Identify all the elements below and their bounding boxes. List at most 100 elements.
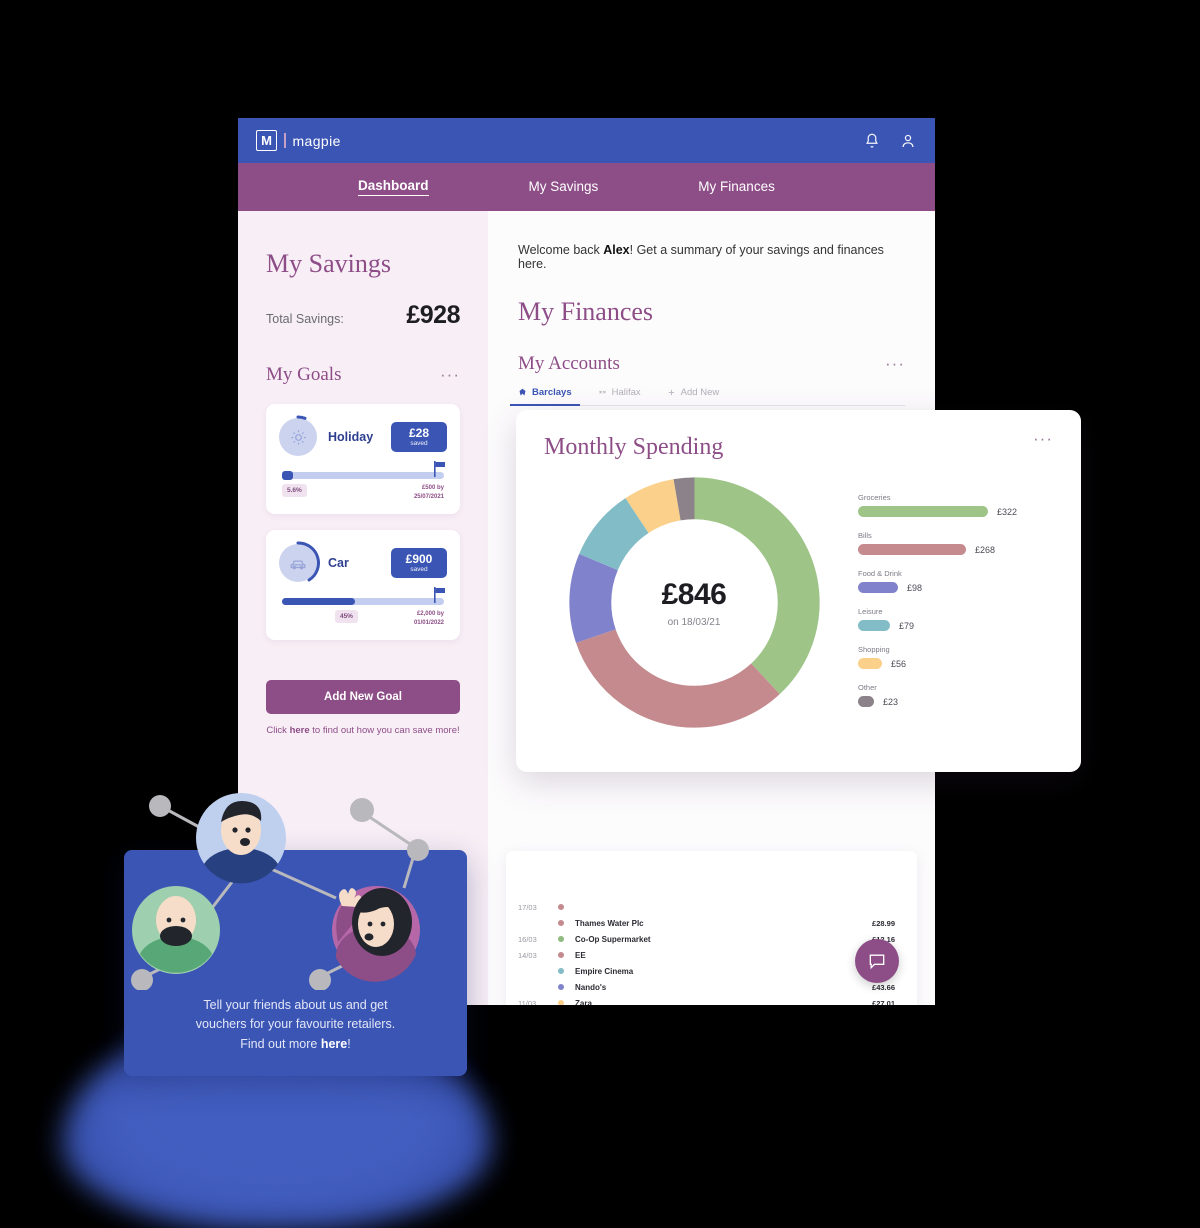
transactions-list: 17/03 Thames Water Plc £28.99 16/03 Co-O…: [506, 899, 917, 1005]
goal-progress-fill: [282, 598, 355, 605]
total-savings-label: Total Savings:: [266, 312, 344, 326]
legend-bar: [858, 658, 882, 669]
add-new-goal-button[interactable]: Add New Goal: [266, 680, 460, 714]
legend-item-leisure[interactable]: Leisure £79: [858, 607, 1053, 631]
goal-footer: 45% £2,000 by 01/01/2022: [279, 610, 447, 628]
transaction-category-dot: [558, 952, 564, 958]
avatar-top: [196, 793, 286, 884]
transaction-amount: £43.66: [872, 982, 895, 992]
table-row[interactable]: 14/03 EE £53.90: [518, 947, 895, 963]
goal-name: Car: [328, 556, 349, 570]
transaction-category-dot: [558, 904, 564, 910]
chat-button[interactable]: [855, 939, 899, 983]
legend-value: £79: [899, 620, 915, 631]
my-accounts-menu-icon[interactable]: ···: [885, 355, 905, 372]
my-goals-title: My Goals: [266, 364, 342, 385]
referral-line-1: Tell your friends about us and get: [203, 997, 388, 1012]
goal-target-amount: £2,000 by: [416, 611, 444, 617]
transaction-name: Zara: [575, 998, 592, 1006]
legend-item-shopping[interactable]: Shopping £56: [858, 645, 1053, 669]
legend-bar: [858, 620, 890, 631]
nav-item-my-finances[interactable]: My Finances: [698, 179, 775, 196]
legend-bar: [858, 544, 966, 555]
account-tab-add-new[interactable]: Add New: [667, 387, 719, 398]
legend-value: £56: [891, 658, 907, 669]
transaction-amount: £28.99: [872, 918, 895, 928]
legend-item-groceries[interactable]: Groceries £322: [858, 493, 1053, 517]
welcome-prefix: Welcome back: [518, 243, 604, 257]
chat-bubble-icon: [869, 954, 885, 970]
account-tab-halifax[interactable]: Halifax: [598, 387, 641, 398]
legend-label: Groceries: [858, 493, 891, 502]
table-row[interactable]: Empire Cinema £35.00: [518, 963, 895, 979]
referral-line-2: vouchers for your favourite retailers.: [195, 1017, 396, 1032]
referral-card: Tell your friends about us and get vouch…: [124, 793, 467, 1076]
nav-item-dashboard[interactable]: Dashboard: [358, 178, 429, 196]
goal-card-holiday[interactable]: Holiday £28 saved 5.6% £500 by 25/07/202…: [266, 404, 460, 514]
bell-icon[interactable]: [863, 132, 881, 150]
goal-saved-label: saved: [410, 440, 428, 448]
transaction-name: EE: [575, 950, 586, 960]
brand-logo[interactable]: M magpie: [256, 130, 341, 151]
legend-value: £23: [883, 696, 899, 707]
table-row[interactable]: 16/03 Co-Op Supermarket £12.16: [518, 931, 895, 947]
legend-value: £322: [997, 506, 1018, 517]
goal-percent-badge: 45%: [334, 610, 358, 623]
progress-arc: [296, 415, 307, 420]
transaction-name: Empire Cinema: [575, 966, 634, 976]
my-accounts-header: My Accounts ···: [518, 353, 905, 375]
legend-item-food-and-drink[interactable]: Food & Drink £98: [858, 569, 1053, 593]
legend-item-bills[interactable]: Bills £268: [858, 531, 1053, 555]
transaction-category-dot: [558, 920, 564, 926]
table-row[interactable]: 17/03: [518, 899, 895, 915]
goal-saved-badge: £28 saved: [391, 421, 447, 453]
magpie-mark-icon: M: [256, 130, 277, 151]
avatar-right: [332, 886, 420, 982]
page-title: My Finances: [518, 297, 654, 326]
transaction-category-dot: [558, 968, 564, 974]
progress-arc: [296, 541, 320, 582]
goal-progress-track[interactable]: [282, 587, 445, 605]
main-nav: Dashboard My Savings My Finances: [238, 163, 935, 211]
transaction-name: Nando's: [575, 982, 607, 992]
barclays-eagle-icon: [519, 388, 526, 396]
goal-progress-track[interactable]: [282, 461, 445, 480]
legend-label: Other: [858, 683, 877, 692]
goal-header: Car £900 saved: [279, 541, 447, 582]
monthly-spending-menu-icon[interactable]: ···: [1033, 430, 1053, 447]
monthly-spending-title: Monthly Spending: [544, 434, 724, 460]
transaction-name: Thames Water Plc: [575, 918, 644, 928]
goal-saved-badge: £900 saved: [391, 547, 447, 579]
legend-label: Leisure: [858, 607, 883, 616]
legend-label: Shopping: [858, 645, 890, 654]
goal-saved-label: saved: [410, 566, 428, 574]
nav-item-my-savings[interactable]: My Savings: [529, 179, 599, 196]
monthly-spending-body: £846 on 18/03/21 Groceries £322 Bills £2…: [544, 465, 1053, 740]
save-more-link[interactable]: here: [290, 725, 310, 736]
plus-icon: [668, 389, 674, 396]
account-tabs: Barclays Halifax Add New: [510, 387, 905, 406]
my-goals-menu-icon[interactable]: ···: [440, 366, 460, 383]
goal-target-amount: £500 by: [421, 485, 444, 491]
referral-link[interactable]: here: [321, 1037, 347, 1051]
goal-flag-icon: [434, 587, 445, 603]
goal-card-car[interactable]: Car £900 saved 45% £2,000 by 01/01/2022: [266, 530, 460, 640]
latest-transactions-card: 17/03 Thames Water Plc £28.99 16/03 Co-O…: [506, 851, 917, 1005]
legend-item-other[interactable]: Other £23: [858, 683, 1053, 707]
user-icon[interactable]: [899, 132, 917, 150]
account-tab-barclays[interactable]: Barclays: [510, 387, 580, 406]
friends-network-illustration: [131, 793, 429, 990]
table-row[interactable]: Thames Water Plc £28.99: [518, 915, 895, 931]
referral-line-3-suffix: !: [347, 1036, 351, 1051]
legend-label: Bills: [858, 531, 872, 540]
referral-text: Tell your friends about us and get vouch…: [124, 996, 467, 1054]
legend-value: £268: [975, 544, 996, 555]
top-bar: M magpie: [238, 118, 935, 163]
goal-target-date: 25/07/2021: [413, 494, 444, 500]
table-row[interactable]: Nando's £43.66: [518, 979, 895, 995]
transaction-amount: £27.01: [872, 998, 895, 1006]
goal-progress-ring: [279, 541, 320, 582]
save-more-hint: Click here to find out how you can save …: [266, 725, 460, 736]
table-row[interactable]: 11/03 Zara £27.01: [518, 995, 895, 1005]
brand-name: magpie: [292, 132, 341, 149]
